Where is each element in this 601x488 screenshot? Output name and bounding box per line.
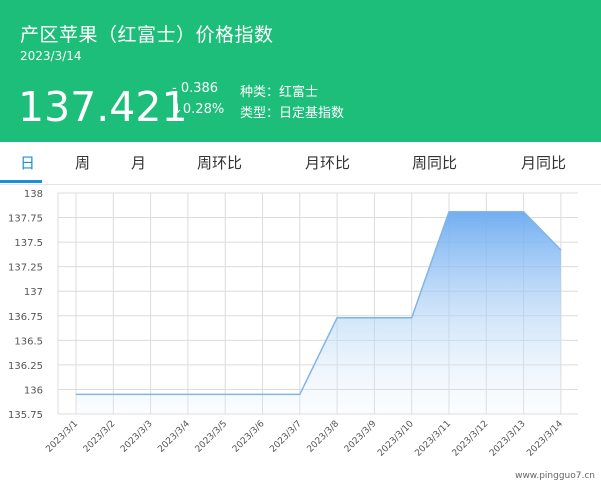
x-tick-label: 2023/3/8 xyxy=(306,419,342,455)
y-tick-label: 136.25 xyxy=(8,361,43,372)
y-tick-label: 136.5 xyxy=(14,336,43,347)
y-tick-label: 138 xyxy=(24,189,43,200)
x-tick-label: 2023/3/13 xyxy=(488,419,528,459)
x-tick-label: 2023/3/9 xyxy=(343,419,379,455)
x-tick-label: 2023/3/3 xyxy=(119,419,155,455)
x-tick-label: 2023/3/11 xyxy=(413,419,453,459)
x-tick-label: 2023/3/2 xyxy=(82,419,118,455)
x-tick-label: 2023/3/1 xyxy=(44,419,80,455)
x-tick-label: 2023/3/5 xyxy=(194,419,230,455)
y-tick-label: 135.75 xyxy=(8,410,43,421)
y-tick-label: 136 xyxy=(24,385,43,396)
x-tick-label: 2023/3/10 xyxy=(376,419,416,459)
y-tick-label: 137.5 xyxy=(14,238,43,249)
x-tick-label: 2023/3/7 xyxy=(268,419,304,455)
x-tick-label: 2023/3/4 xyxy=(156,419,192,455)
y-tick-label: 137 xyxy=(24,287,43,298)
y-tick-label: 137.25 xyxy=(8,263,43,274)
price-chart: 138 137.75 137.5 137.25 137 136.75 136.5 136.25… xyxy=(8,189,578,459)
x-tick-label: 2023/3/14 xyxy=(525,419,565,459)
watermark: www.pingguo7.cn xyxy=(515,471,595,481)
y-tick-label: 137.75 xyxy=(8,214,43,225)
x-tick-label: 2023/3/12 xyxy=(451,419,491,459)
x-axis-ticks: 2023/3/1 2023/3/2 2023/3/3 2023/3/4 2023/3/5… xyxy=(44,419,565,459)
y-tick-label: 136.75 xyxy=(8,312,43,323)
y-axis-ticks: 138 137.75 137.5 137.25 137 136.75 136.5 136.25… xyxy=(8,189,43,421)
x-tick-label: 2023/3/6 xyxy=(231,419,267,455)
